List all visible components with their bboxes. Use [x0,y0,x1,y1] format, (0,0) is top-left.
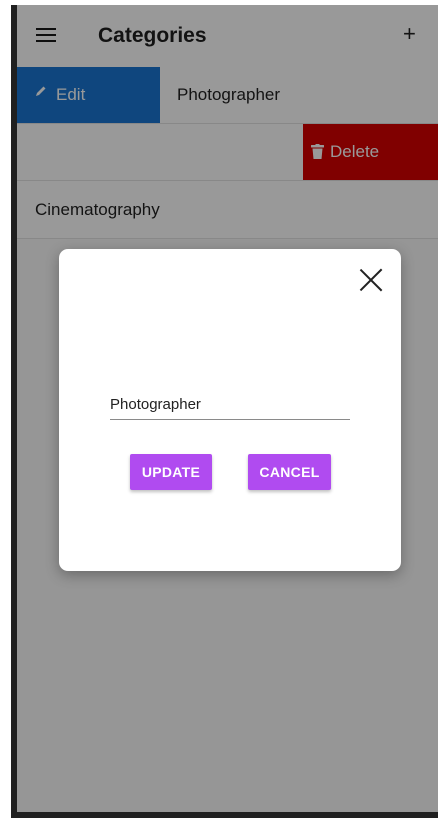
close-icon[interactable] [358,267,384,293]
category-name-input[interactable] [110,389,350,420]
app-screen: Categories + Edit Photographer Delete Ci… [11,5,438,813]
cancel-button[interactable]: CANCEL [248,454,331,490]
device-frame-edge [11,812,442,818]
device-frame-edge [438,5,442,818]
update-button[interactable]: UPDATE [130,454,212,490]
edit-category-dialog: UPDATE CANCEL [59,249,401,571]
device-frame-edge [11,5,17,813]
